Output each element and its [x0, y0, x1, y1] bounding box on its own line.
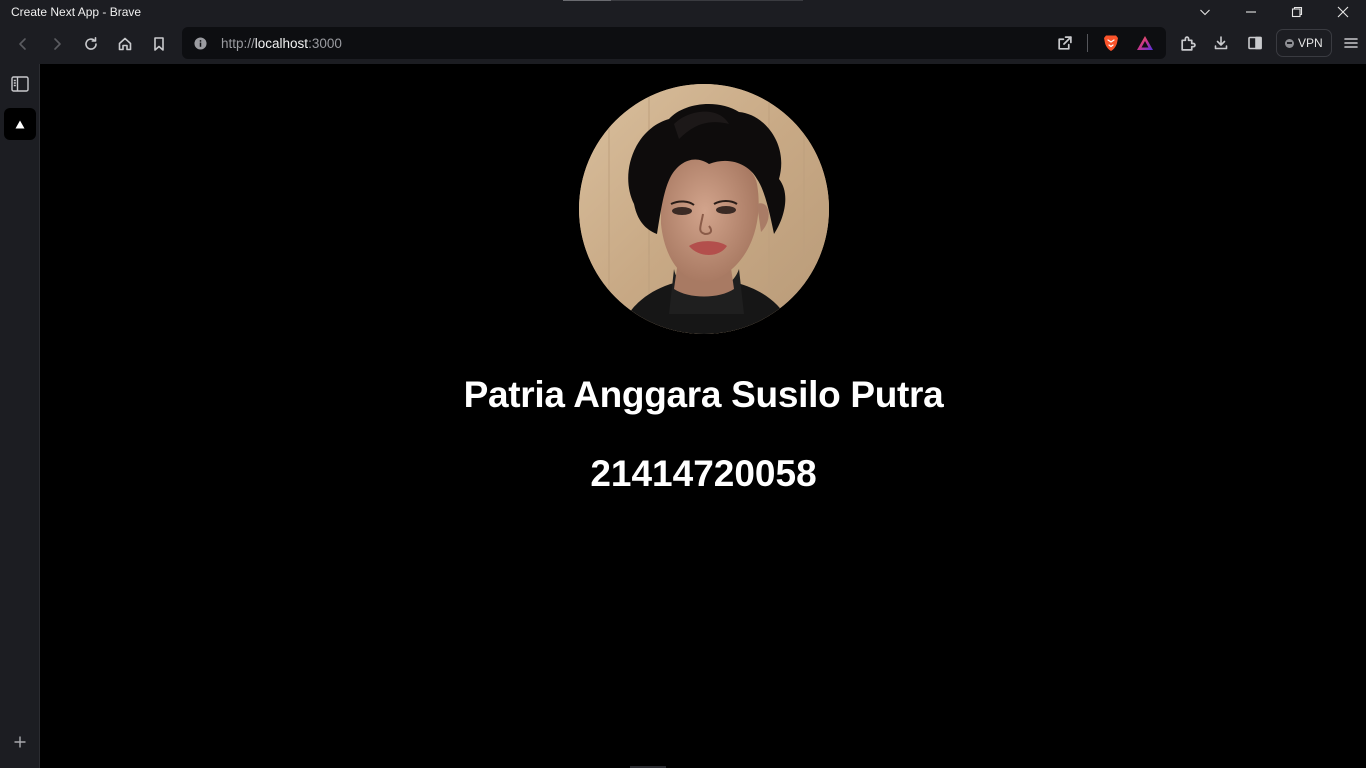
chevron-down-icon [1200, 9, 1210, 15]
site-info-button[interactable] [182, 36, 218, 50]
vpn-label: VPN [1298, 36, 1323, 50]
sidebar-panel-button[interactable] [10, 74, 30, 94]
info-icon [193, 36, 207, 50]
sidebar-icon [1248, 36, 1262, 50]
brave-lion-icon [1104, 35, 1118, 51]
profile-name: Patria Anggara Susilo Putra [463, 374, 944, 415]
vpn-status-icon [1285, 38, 1294, 48]
close-icon [1337, 6, 1349, 17]
minimize-icon [1246, 10, 1256, 13]
vpn-button[interactable]: VPN [1276, 29, 1332, 57]
sidebar-tab-nextjs[interactable] [4, 108, 36, 140]
window-titlebar: Create Next App - Brave [0, 0, 1366, 23]
window-title: Create Next App - Brave [11, 4, 142, 19]
reload-button[interactable] [74, 27, 108, 61]
profile-avatar [578, 84, 829, 334]
forward-arrow-icon [54, 37, 61, 50]
main-menu-button[interactable] [1334, 26, 1366, 60]
downloads-button[interactable] [1204, 26, 1238, 60]
url-host: localhost [254, 35, 309, 51]
url-port: :3000 [308, 35, 342, 51]
add-sidebar-item-button[interactable] [10, 732, 30, 752]
page-content: Patria Anggara Susilo Putra 21414720058 [41, 64, 1366, 768]
share-icon [1057, 35, 1072, 50]
url-scheme: http:// [221, 35, 255, 51]
puzzle-icon [1180, 35, 1196, 51]
vertical-sidebar [0, 64, 40, 768]
tab-strip-indicator [563, 0, 803, 1]
share-button[interactable] [1047, 26, 1081, 60]
bookmark-button[interactable] [142, 27, 176, 61]
minimize-button[interactable] [1228, 0, 1274, 23]
bookmark-icon [154, 36, 164, 51]
extensions-button[interactable] [1170, 26, 1204, 60]
url-text[interactable]: http://localhost:3000 [218, 36, 1047, 51]
toolbar-separator [1087, 34, 1088, 52]
restore-button[interactable] [1274, 0, 1320, 23]
sidebar-toggle-button[interactable] [1238, 26, 1272, 60]
tab-search-button[interactable] [1182, 0, 1228, 23]
triangle-favicon-icon [15, 120, 25, 128]
brave-shields-button[interactable] [1094, 26, 1128, 60]
back-arrow-icon [19, 37, 26, 50]
forward-button[interactable] [40, 27, 74, 61]
home-button[interactable] [108, 27, 142, 61]
sidebar-panel-icon [11, 76, 29, 92]
profile-id-number: 21414720058 [590, 453, 817, 494]
plus-icon [14, 736, 26, 748]
brave-rewards-triangle-icon [1137, 36, 1153, 50]
address-bar[interactable]: http://localhost:3000 [182, 27, 1166, 59]
reload-icon [85, 36, 97, 50]
close-window-button[interactable] [1320, 0, 1366, 23]
hamburger-menu-icon [1343, 38, 1358, 48]
portrait-illustration [578, 84, 829, 334]
home-icon [118, 37, 132, 50]
restore-icon [1291, 6, 1303, 17]
download-icon [1214, 36, 1228, 50]
browser-toolbar: http://localhost:3000 VPN [0, 23, 1366, 64]
back-button[interactable] [6, 27, 40, 61]
brave-rewards-button[interactable] [1128, 26, 1162, 60]
